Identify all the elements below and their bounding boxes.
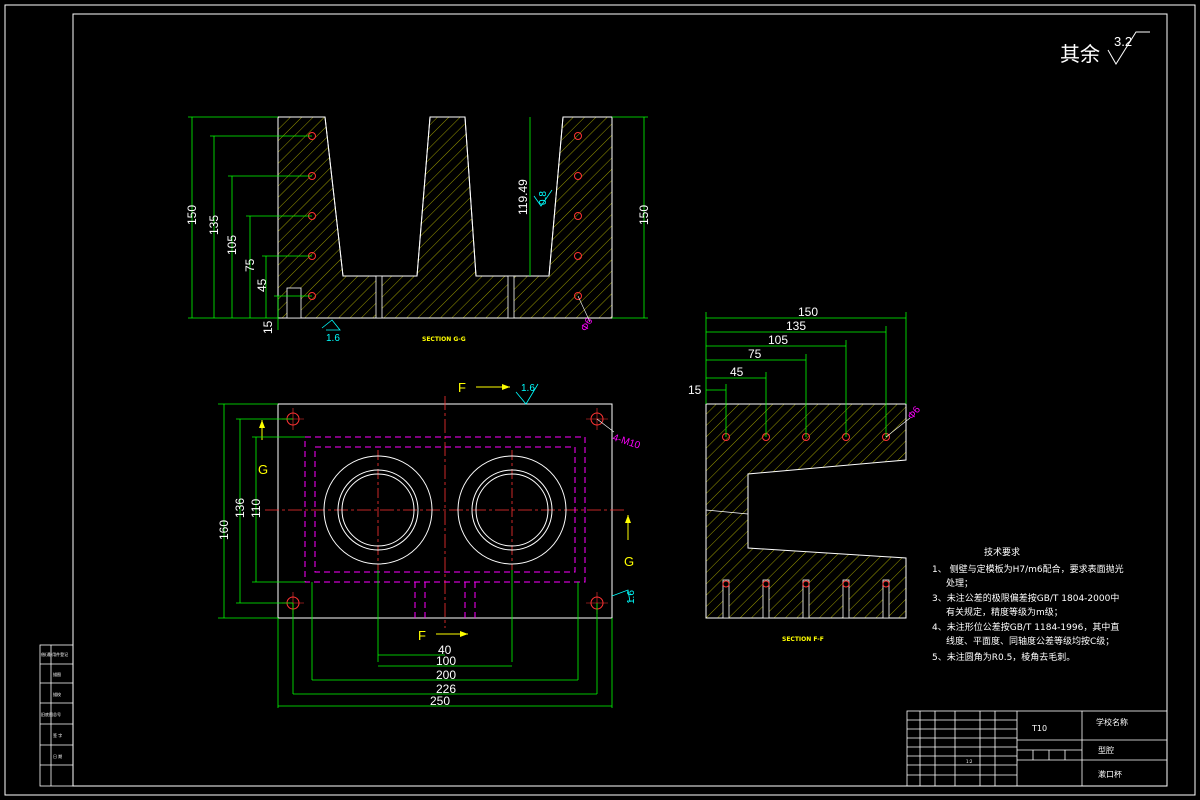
side-row-1: 借(通)用件登记: [41, 651, 68, 657]
tech-req-line-4: 有关规定，精度等级为m级；: [946, 606, 1063, 618]
roughness-other-symbol: 其余 3.2: [1060, 31, 1150, 66]
title-part-name: 漱口杯: [1098, 769, 1122, 779]
title-block: [906, 710, 1168, 787]
title-material: T10: [1031, 724, 1047, 733]
ff-dim-135: 135: [786, 319, 806, 333]
tech-req-line-3: 3、未注公差的极限偏差按GB/T 1804-2000中: [932, 592, 1119, 604]
drawing-canvas: 其余 3.2 150 135 105 75 45 15 150 119.49 0…: [4, 4, 1196, 796]
plan-rough-right: 1.6: [626, 590, 637, 604]
plan-view: 4-M10 F F G G 1.6 1.6 160 136 110 40 100…: [217, 380, 642, 708]
plan-dim-110: 110: [249, 499, 263, 518]
roughness-other-value: 3.2: [1114, 34, 1132, 49]
gg-caption: SECTION G-G: [422, 336, 466, 343]
ff-caption: SECTION F-F: [782, 636, 824, 643]
cut-g-left: G: [258, 462, 268, 477]
side-row-4: 旧底图总号: [41, 711, 61, 717]
gg-dim-right-150: 150: [637, 205, 651, 225]
ff-dim-150: 150: [798, 305, 818, 319]
tech-req-line-2: 处理；: [946, 577, 973, 589]
title-school: 学校名称: [1096, 717, 1128, 727]
tech-req-title: 技术要求: [984, 546, 1020, 558]
tech-req-line-1: 1、 侧壁与定模板为H7/m6配合，要求表面抛光: [932, 563, 1124, 575]
gg-dim-105: 105: [225, 235, 239, 255]
plan-rough-top: 1.6: [521, 383, 535, 394]
plan-thread-label: 4-M10: [611, 432, 642, 451]
ff-dim-45: 45: [730, 365, 744, 379]
gg-dim-15: 15: [261, 320, 275, 334]
title-scale: 1:2: [966, 759, 973, 764]
tech-requirements: 技术要求 1、 侧壁与定模板为H7/m6配合，要求表面抛光 处理； 3、未注公差…: [932, 546, 1124, 663]
gg-dim-135: 135: [207, 215, 221, 235]
plan-dim-200: 200: [436, 668, 456, 682]
section-gg: 150 135 105 75 45 15 150 119.49 0.8 1.6 …: [185, 116, 651, 344]
tech-req-line-7: 5、未注圆角为R0.5，棱角去毛刺。: [932, 651, 1075, 663]
plan-dim-250: 250: [430, 694, 450, 708]
title-part-type: 型腔: [1098, 745, 1114, 755]
ff-dim-105: 105: [768, 333, 788, 347]
section-ff: 150 135 105 75 45 15 Φ6 SECTION F-F: [688, 305, 923, 643]
ff-dim-15: 15: [688, 383, 702, 397]
side-row-2: 描图: [53, 671, 61, 677]
gg-dim-75: 75: [243, 258, 257, 272]
tech-req-line-6: 线度、平面度、同轴度公差等级均按C级；: [946, 635, 1114, 647]
cut-f-top: F: [458, 380, 466, 395]
side-row-5: 签 字: [53, 732, 62, 738]
cut-f-bottom: F: [418, 628, 426, 643]
side-row-6: 日 期: [53, 753, 62, 759]
drawing-frame: [72, 13, 1168, 787]
gg-rough-inner: 0.8: [538, 191, 549, 205]
roughness-other-label: 其余: [1060, 42, 1100, 66]
plan-dim-100: 100: [436, 654, 456, 668]
plan-dim-136: 136: [233, 498, 247, 518]
gg-hole-label: Φ6: [579, 316, 596, 334]
side-row-3: 描校: [53, 691, 61, 697]
gg-dim-45: 45: [255, 278, 269, 292]
plan-dim-160: 160: [217, 520, 231, 540]
cut-g-right: G: [624, 554, 634, 569]
ff-dim-75: 75: [748, 347, 762, 361]
gg-dim-150: 150: [185, 205, 199, 225]
gg-rough-bottom: 1.6: [326, 333, 340, 344]
tech-req-line-5: 4、未注形位公差按GB/T 1184-1996，其中直: [932, 621, 1119, 633]
gg-dim-depth: 119.49: [516, 179, 530, 215]
